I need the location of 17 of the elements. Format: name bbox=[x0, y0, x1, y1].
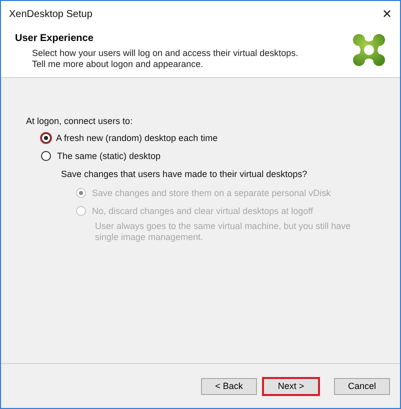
note-text: User always goes to the same virtual machine, but you still have single image management. bbox=[95, 221, 352, 243]
dialog-button[interactable]: Next > bbox=[263, 378, 319, 394]
radio-label: No, discard changes and clear virtual desktops at logoff bbox=[92, 206, 313, 216]
window-title: XenDesktop Setup bbox=[9, 8, 92, 20]
description-text: Tell me more about logon and appearance. bbox=[31, 59, 204, 70]
logo-icon bbox=[352, 33, 386, 67]
question-text: Save changes that users have made to their virtual desktops? bbox=[61, 169, 308, 179]
dialog-button[interactable]: Cancel bbox=[334, 378, 390, 394]
radio-label: A fresh new (random) desktop each time bbox=[56, 133, 218, 143]
close-button[interactable]: ✕ bbox=[382, 7, 392, 21]
radio-button[interactable] bbox=[41, 151, 51, 161]
dialog-button[interactable]: < Back bbox=[201, 378, 257, 394]
prompt-text: At logon, connect users to: bbox=[26, 116, 134, 126]
page-title: User Experience bbox=[15, 33, 94, 44]
description-text: Select how your users will log on and access their virtual desktops. bbox=[31, 48, 298, 59]
radio-label: The same (static) desktop bbox=[57, 151, 161, 161]
radio-label: Save changes and store them on a separate personal vDisk bbox=[92, 188, 331, 198]
